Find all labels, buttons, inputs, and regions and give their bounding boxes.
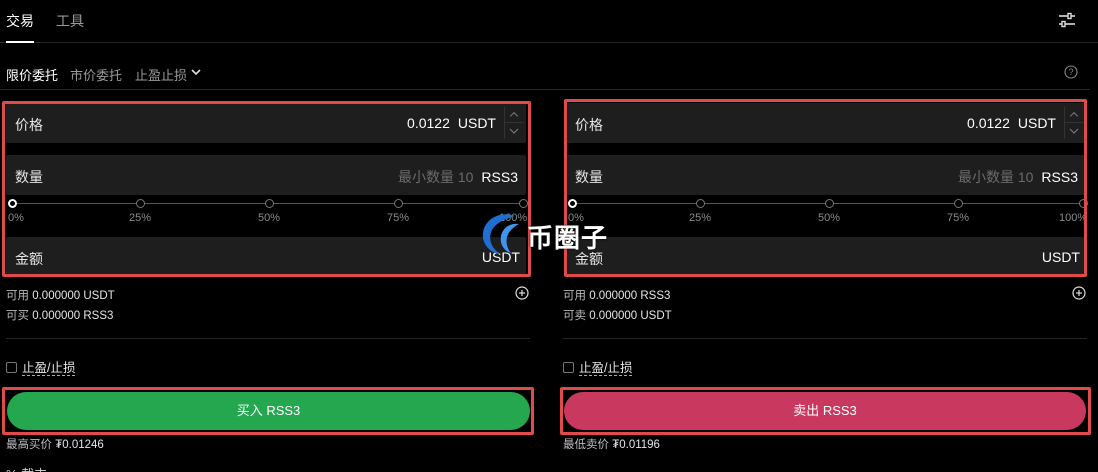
tick-label: 50%	[818, 212, 841, 224]
slider-stop-100[interactable]	[1079, 199, 1088, 208]
price-stepper[interactable]	[504, 107, 523, 139]
total-unit: USDT	[1041, 249, 1080, 265]
buy-button[interactable]: 买入 RSS3	[7, 392, 530, 430]
sell-tpsl-checkbox[interactable]: 止盈/止损	[563, 357, 633, 376]
price-stepper[interactable]	[1064, 107, 1083, 139]
checkbox-icon[interactable]	[6, 362, 17, 373]
top-tab-bar: 交易 工具	[0, 0, 1098, 43]
divider	[563, 338, 1087, 339]
buy-amount-field[interactable]: 数量 最小数量 10 RSS3	[6, 155, 526, 195]
sell-amount-field[interactable]: 数量 最小数量 10 RSS3	[566, 155, 1086, 195]
sell-max-amount: 可卖 0.000000 USDT	[563, 310, 672, 322]
tab-trade[interactable]: 交易	[6, 11, 34, 43]
slider-stop-75[interactable]	[954, 199, 963, 208]
price-input[interactable]: 0.0122 USDT	[967, 115, 1056, 131]
step-up-icon[interactable]	[505, 107, 523, 123]
sell-button[interactable]: 卖出 RSS3	[564, 392, 1086, 430]
sell-percent-slider[interactable]: 0% 25% 50% 75% 100%	[568, 199, 1088, 229]
buy-price-field[interactable]: 价格 0.0122 USDT	[6, 103, 526, 143]
amount-input[interactable]: 最小数量 10 RSS3	[398, 167, 518, 187]
best-ask: 最低卖价 ₮0.01196	[563, 439, 660, 451]
svg-text:?: ?	[1068, 67, 1073, 77]
step-down-icon[interactable]	[1065, 123, 1083, 139]
slider-stop-25[interactable]	[136, 199, 145, 208]
slider-stop-75[interactable]	[394, 199, 403, 208]
add-funds-icon[interactable]	[515, 286, 529, 300]
sell-price-field[interactable]: 价格 0.0122 USDT	[566, 103, 1086, 143]
tab-tools[interactable]: 工具	[56, 11, 84, 31]
buy-percent-slider[interactable]: 0% 25% 50% 75% 100%	[8, 199, 528, 229]
help-icon[interactable]: ?	[1064, 65, 1078, 79]
add-funds-icon[interactable]	[1072, 286, 1086, 300]
tick-label: 0%	[8, 212, 24, 224]
tick-label: 25%	[129, 212, 152, 224]
amount-input[interactable]: 最小数量 10 RSS3	[958, 167, 1078, 187]
tab-tpsl-order[interactable]: 止盈止损	[135, 65, 187, 84]
sell-total-field[interactable]: 金额 USDT	[566, 237, 1086, 277]
tick-label: 75%	[947, 212, 970, 224]
slider-stop-50[interactable]	[265, 199, 274, 208]
settings-sliders-icon[interactable]	[1058, 11, 1076, 29]
step-up-icon[interactable]	[1065, 107, 1083, 123]
best-bid: 最高买价 ₮0.01246	[6, 439, 104, 451]
step-down-icon[interactable]	[505, 123, 523, 139]
watermark-swirl-icon	[482, 214, 519, 254]
buy-tpsl-checkbox[interactable]: 止盈/止损	[6, 357, 76, 376]
buy-max-amount: 可买 0.000000 RSS3	[6, 310, 114, 322]
watermark-logo: 币圈子	[475, 208, 625, 256]
slider-handle[interactable]	[8, 199, 17, 208]
order-type-tabs: 限价委托 市价委托 止盈止损 ?	[0, 62, 1090, 90]
tab-market-order[interactable]: 市价委托	[70, 65, 122, 84]
checkbox-icon[interactable]	[563, 362, 574, 373]
divider	[6, 338, 530, 339]
cutoff-text: % 截丰	[6, 464, 47, 472]
sell-available: 可用 0.000000 RSS3	[563, 290, 671, 302]
total-label: 金额	[15, 251, 43, 267]
watermark-text: 币圈子	[527, 223, 609, 253]
price-label: 价格	[15, 117, 43, 133]
slider-stop-100[interactable]	[519, 199, 528, 208]
buy-available: 可用 0.000000 USDT	[6, 290, 115, 302]
tick-label: 25%	[689, 212, 712, 224]
tick-label: 75%	[387, 212, 410, 224]
chevron-down-icon[interactable]	[190, 67, 202, 77]
tab-limit-order[interactable]: 限价委托	[6, 65, 58, 84]
buy-total-field[interactable]: 金额 USDT	[6, 237, 526, 277]
amount-label: 数量	[15, 169, 43, 185]
price-input[interactable]: 0.0122 USDT	[407, 115, 496, 131]
slider-stop-50[interactable]	[825, 199, 834, 208]
tick-label: 100%	[1059, 212, 1088, 224]
tick-label: 50%	[258, 212, 281, 224]
amount-label: 数量	[575, 169, 603, 185]
slider-handle[interactable]	[568, 199, 577, 208]
slider-stop-25[interactable]	[696, 199, 705, 208]
price-label: 价格	[575, 117, 603, 133]
